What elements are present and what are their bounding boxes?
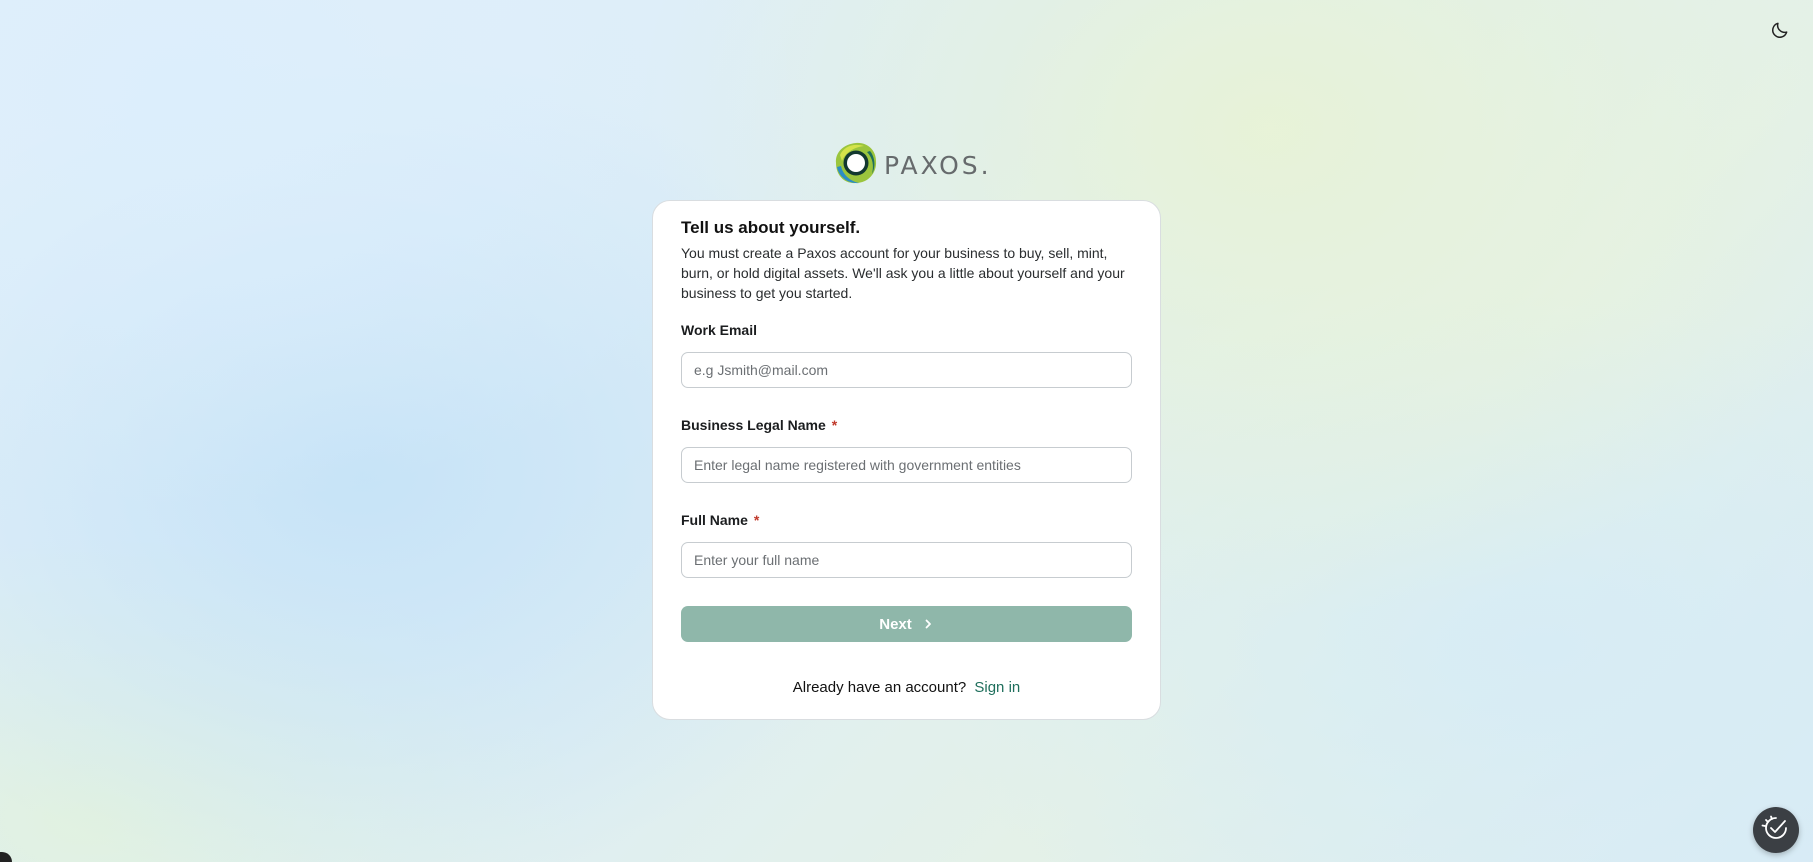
signin-prompt: Already have an account?	[792, 679, 967, 696]
business-legal-name-label: Business Legal Name *	[681, 415, 1132, 435]
full-name-input[interactable]	[681, 542, 1132, 578]
full-name-label: Full Name *	[681, 510, 1132, 530]
moon-icon	[1770, 20, 1790, 45]
signup-card: Tell us about yourself. You must create …	[652, 200, 1161, 720]
card-title: Tell us about yourself.	[681, 218, 861, 237]
help-check-icon	[1761, 813, 1791, 848]
work-email-label: Work Email	[681, 320, 1132, 340]
card-intro: You must create a Paxos account for your…	[681, 245, 1125, 301]
required-marker: *	[831, 417, 838, 433]
window-corner	[0, 852, 12, 862]
paxos-wordmark: PAXOS.	[884, 150, 992, 180]
next-button-label: Next	[879, 615, 912, 633]
paxos-logo-icon	[834, 141, 878, 190]
chevron-right-icon	[922, 618, 934, 630]
next-button[interactable]: Next	[681, 606, 1132, 642]
business-legal-name-label-text: Business Legal Name	[681, 417, 826, 433]
business-legal-name-input[interactable]	[681, 447, 1132, 483]
work-email-label-text: Work Email	[681, 322, 757, 338]
signin-row: Already have an account? Sign in	[681, 679, 1132, 696]
help-button[interactable]	[1753, 807, 1799, 853]
theme-toggle-button[interactable]	[1766, 18, 1794, 46]
work-email-input[interactable]	[681, 352, 1132, 388]
paxos-logo: PAXOS.	[834, 141, 989, 190]
required-marker: *	[753, 512, 760, 528]
signin-link[interactable]: Sign in	[974, 679, 1020, 696]
full-name-label-text: Full Name	[681, 512, 748, 528]
